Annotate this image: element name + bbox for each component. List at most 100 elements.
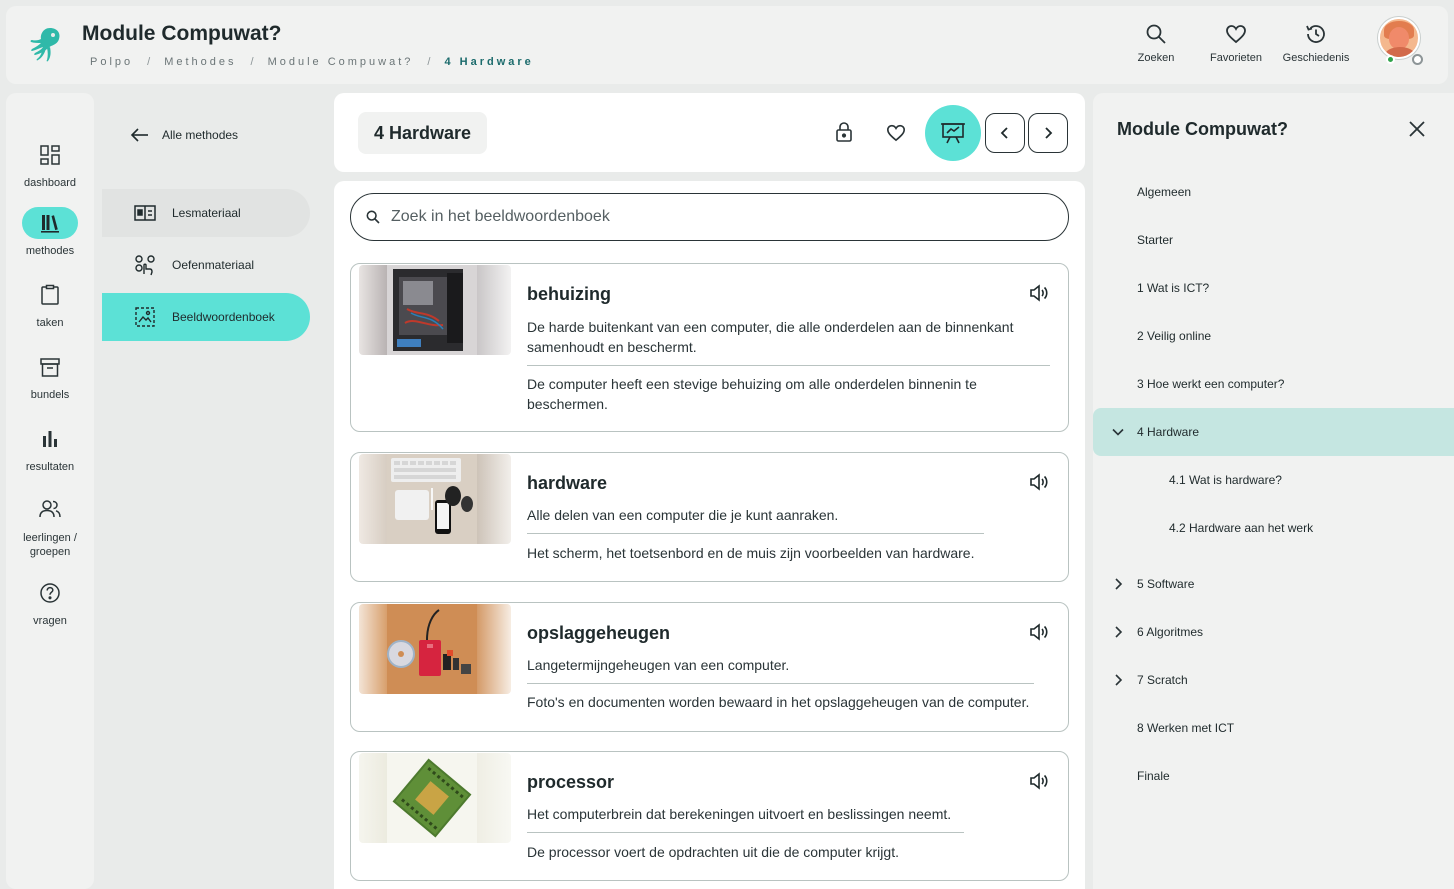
breadcrumb-item-methodes[interactable]: Methodes <box>164 56 236 68</box>
toc-item-8[interactable]: 8 Werken met ICT <box>1093 704 1454 752</box>
card-definition: Het computerbrein dat berekeningen uitvo… <box>527 806 952 822</box>
speaker-icon[interactable] <box>1028 282 1050 304</box>
breadcrumb-item-polpo[interactable]: Polpo <box>90 56 133 68</box>
bar-chart-icon <box>43 431 57 447</box>
next-button[interactable] <box>1028 113 1068 153</box>
toc-item-label: Finale <box>1137 769 1170 783</box>
dictionary-card: behuizing De harde buitenkant van een co… <box>350 263 1069 432</box>
toc-item-label: Starter <box>1137 233 1174 247</box>
close-icon[interactable] <box>1407 119 1427 139</box>
chapter-toolbar: 4 Hardware <box>334 93 1085 172</box>
nav-item-leerlingen-groepen[interactable]: leerlingen / groepen <box>6 493 94 559</box>
back-to-all-methods-link[interactable]: Alle methodes <box>130 127 238 143</box>
submenu-item-oefenmateriaal[interactable]: Oefenmateriaal <box>102 241 310 289</box>
submenu-item-label: Lesmateriaal <box>172 206 241 220</box>
breadcrumb-separator: / <box>250 56 254 68</box>
toc-item-2[interactable]: 2 Veilig online <box>1093 312 1454 360</box>
nav-item-bundels[interactable]: bundels <box>6 351 94 401</box>
presentation-board-icon <box>941 123 965 144</box>
toc-item-1[interactable]: 1 Wat is ICT? <box>1093 264 1454 312</box>
page-title: Module Compuwat? <box>82 22 282 45</box>
chapter-title: 4 Hardware <box>358 112 488 154</box>
chevron-right-icon <box>1045 127 1053 139</box>
toc-item-label: 8 Werken met ICT <box>1137 721 1235 735</box>
nav-item-methodes[interactable]: methodes <box>6 207 94 257</box>
history-button[interactable]: Geschiedenis <box>1276 22 1356 64</box>
toc-item-label: 6 Algoritmes <box>1137 625 1204 639</box>
card-divider <box>527 683 1034 684</box>
submenu-item-beeldwoordenboek[interactable]: Beeldwoordenboek <box>102 293 310 341</box>
toc-item-label: 4 Hardware <box>1137 425 1200 439</box>
arrow-left-icon <box>130 128 148 142</box>
nav-item-taken[interactable]: taken <box>6 279 94 329</box>
breadcrumb-separator: / <box>147 56 151 68</box>
lock-button[interactable] <box>824 112 864 152</box>
card-definition: Langetermijngeheugen van een computer. <box>527 657 790 673</box>
chevron-right-icon[interactable] <box>1111 625 1125 639</box>
chevron-right-icon[interactable] <box>1111 577 1125 591</box>
methods-submenu: Alle methodes Lesmateriaal Oefenmateriaa… <box>100 93 330 889</box>
nav-item-resultaten[interactable]: resultaten <box>6 423 94 473</box>
toc-item-label: 1 Wat is ICT? <box>1137 281 1210 295</box>
nav-item-dashboard[interactable]: dashboard <box>6 139 94 189</box>
card-example: Het scherm, het toetsenbord en de muis z… <box>527 545 975 561</box>
heart-icon <box>1226 25 1246 44</box>
toc-item-4-hardware[interactable]: 4 Hardware <box>1093 408 1454 456</box>
card-example: Foto's en documenten worden bewaard in h… <box>527 694 1030 710</box>
card-divider <box>527 365 1050 366</box>
toc-item-7-scratch[interactable]: 7 Scratch <box>1093 656 1454 704</box>
search-icon <box>1146 24 1166 44</box>
card-definition: De harde buitenkant van een computer, di… <box>527 319 1014 355</box>
submenu-item-label: Beeldwoordenboek <box>172 310 275 324</box>
nav-item-vragen[interactable]: vragen <box>6 577 94 627</box>
toc-item-4-2[interactable]: 4.2 Hardware aan het werk <box>1093 504 1454 552</box>
toc-item-3[interactable]: 3 Hoe werkt een computer? <box>1093 360 1454 408</box>
dictionary-card: processor Het computerbrein dat berekeni… <box>350 751 1069 881</box>
history-label: Geschiedenis <box>1282 52 1350 64</box>
module-toc-panel: Module Compuwat? Algemeen Starter 1 Wat … <box>1093 93 1454 889</box>
breadcrumb: Polpo / Methodes / Module Compuwat? / 4 … <box>90 56 534 68</box>
toc-item-label: 4.1 Wat is hardware? <box>1169 473 1282 487</box>
favorite-button[interactable] <box>876 112 916 152</box>
dictionary-search[interactable] <box>350 193 1069 241</box>
card-image <box>359 604 511 694</box>
card-word: opslaggeheugen <box>527 623 671 643</box>
toc-item-label: Algemeen <box>1137 185 1192 199</box>
dictionary-search-input[interactable] <box>391 208 1031 226</box>
speaker-icon[interactable] <box>1028 621 1050 643</box>
toc-item-6-algoritmes[interactable]: 6 Algoritmes <box>1093 608 1454 656</box>
submenu-item-lesmateriaal[interactable]: Lesmateriaal <box>102 189 310 237</box>
toc-item-algemeen[interactable]: Algemeen <box>1093 168 1454 216</box>
chevron-down-icon[interactable] <box>1111 425 1125 439</box>
present-button[interactable] <box>925 105 981 161</box>
card-example: De computer heeft een stevige behuizing … <box>527 376 977 412</box>
octopus-logo-icon[interactable] <box>26 24 66 64</box>
favorites-button[interactable]: Favorieten <box>1196 22 1276 64</box>
card-definition: Alle delen van een computer die je kunt … <box>527 507 839 523</box>
people-icon <box>39 500 61 518</box>
speaker-icon[interactable] <box>1028 770 1050 792</box>
card-word: processor <box>527 772 615 792</box>
online-status-icon <box>1386 55 1395 64</box>
card-image <box>359 265 511 355</box>
nav-label: vragen <box>33 615 67 627</box>
search-button[interactable]: Zoeken <box>1116 22 1196 64</box>
history-icon <box>1306 25 1325 43</box>
toc-item-finale[interactable]: Finale <box>1093 752 1454 800</box>
search-label: Zoeken <box>1137 52 1175 64</box>
toc-item-5-software[interactable]: 5 Software <box>1093 560 1454 608</box>
heart-icon <box>886 124 906 142</box>
previous-button[interactable] <box>985 113 1025 153</box>
back-link-label: Alle methodes <box>162 128 239 142</box>
breadcrumb-item-module[interactable]: Module Compuwat? <box>268 56 414 68</box>
card-divider <box>527 533 984 534</box>
speaker-icon[interactable] <box>1028 471 1050 493</box>
toc-item-starter[interactable]: Starter <box>1093 216 1454 264</box>
avatar[interactable] <box>1378 17 1420 59</box>
nav-label: leerlingen / groepen <box>23 532 77 558</box>
toc-item-4-1[interactable]: 4.1 Wat is hardware? <box>1093 456 1454 504</box>
toc-item-label: 3 Hoe werkt een computer? <box>1137 377 1285 391</box>
chevron-right-icon[interactable] <box>1111 673 1125 687</box>
picture-dictionary-icon <box>135 307 155 327</box>
chevron-left-icon <box>1000 127 1008 139</box>
